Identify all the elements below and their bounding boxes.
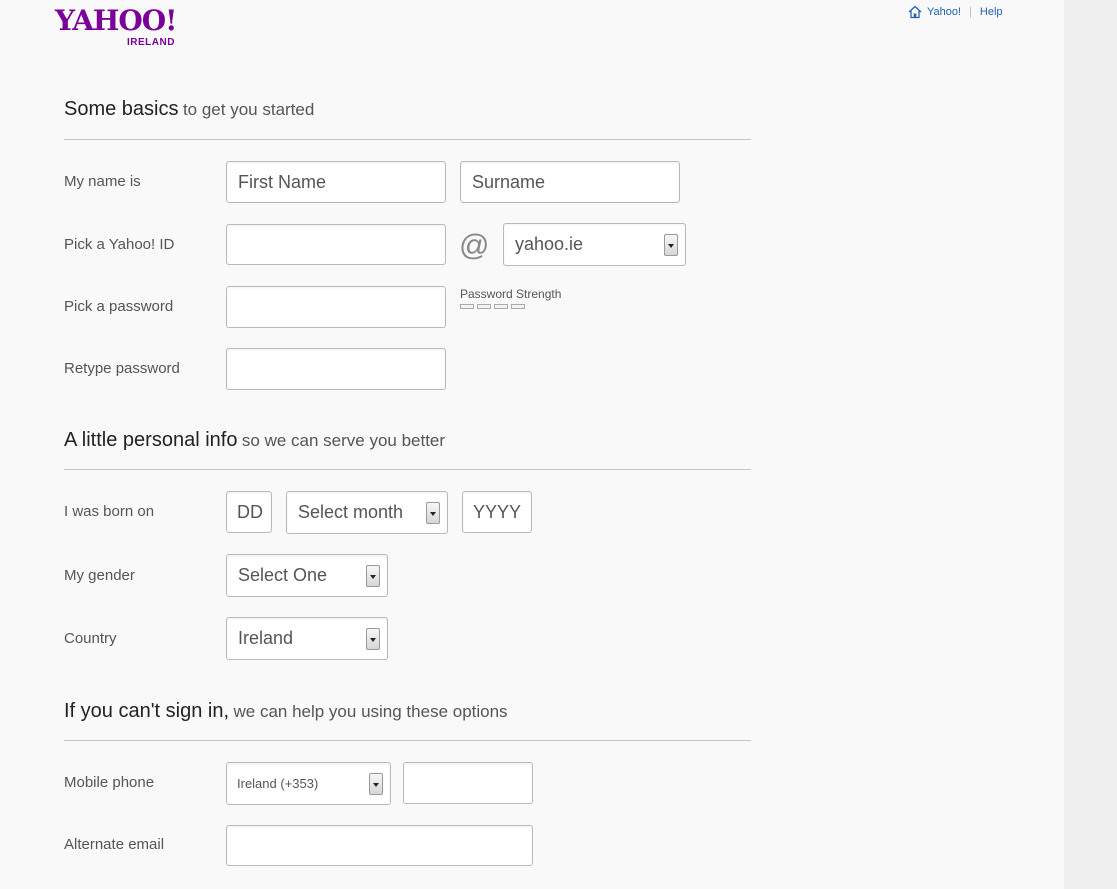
chevron-down-icon: [664, 233, 678, 256]
gender-select[interactable]: Select One: [226, 554, 388, 597]
birth-day-input[interactable]: DD: [226, 491, 272, 533]
first-name-input[interactable]: First Name: [226, 161, 446, 203]
strength-bar: [494, 304, 508, 309]
section-recovery-light: we can help you using these options: [233, 702, 508, 721]
link-separator: |: [969, 6, 972, 18]
domain-value: yahoo.ie: [515, 234, 584, 254]
yahoo-ireland-logo[interactable]: YAHOO! IRELAND: [55, 4, 195, 49]
phone-country-value: Ireland (+353): [237, 776, 319, 791]
section-basics-strong: Some basics: [64, 98, 179, 120]
home-icon[interactable]: [908, 5, 922, 19]
retype-password-input[interactable]: [226, 348, 446, 390]
country-label: Country: [64, 630, 117, 647]
at-symbol: @: [459, 229, 490, 262]
yahoo-id-input[interactable]: [226, 224, 446, 265]
birth-month-select[interactable]: Select month: [286, 491, 448, 534]
yahoo-home-link[interactable]: Yahoo!: [927, 6, 961, 18]
gender-value: Select One: [238, 565, 328, 585]
chevron-down-icon: [366, 627, 380, 650]
password-input[interactable]: [226, 286, 446, 328]
birthday-label: I was born on: [64, 503, 155, 520]
help-link[interactable]: Help: [980, 6, 1003, 18]
strength-bar: [477, 304, 491, 309]
retype-password-label: Retype password: [64, 360, 180, 377]
right-margin-strip: [1064, 0, 1117, 889]
section-personal-light: so we can serve you better: [241, 431, 446, 450]
yahoo-id-label: Pick a Yahoo! ID: [64, 236, 175, 253]
password-strength-label: Password Strength: [460, 287, 562, 301]
section-heading-personal: A little personal info so we can serve y…: [64, 429, 751, 470]
country-select[interactable]: Ireland: [226, 617, 388, 660]
chevron-down-icon: [366, 564, 380, 587]
chevron-down-icon: [426, 501, 440, 524]
section-heading-recovery: If you can't sign in, we can help you us…: [64, 700, 751, 741]
logo-text: YAHOO!: [55, 4, 177, 37]
password-strength-meter: [460, 304, 525, 309]
section-basics-light: to get you started: [182, 100, 315, 119]
section-personal-strong: A little personal info: [64, 429, 238, 451]
alternate-email-input[interactable]: [226, 825, 533, 866]
top-links: Yahoo! | Help: [908, 4, 1003, 20]
chevron-down-icon: [369, 772, 383, 795]
domain-select[interactable]: yahoo.ie: [503, 223, 686, 266]
gender-label: My gender: [64, 567, 135, 584]
surname-input[interactable]: Surname: [460, 161, 680, 203]
name-label: My name is: [64, 173, 141, 190]
strength-bar: [460, 304, 474, 309]
strength-bar: [511, 304, 525, 309]
section-recovery-strong: If you can't sign in,: [64, 700, 230, 722]
section-heading-basics: Some basics to get you started: [64, 98, 751, 140]
password-label: Pick a password: [64, 298, 174, 315]
logo-subtext: IRELAND: [127, 37, 175, 48]
alternate-email-label: Alternate email: [64, 836, 165, 853]
birth-year-input[interactable]: YYYY: [462, 491, 532, 533]
birth-month-value: Select month: [298, 502, 404, 522]
country-value: Ireland: [238, 628, 294, 648]
mobile-phone-input[interactable]: [403, 762, 533, 804]
phone-country-select[interactable]: Ireland (+353): [226, 762, 391, 805]
mobile-phone-label: Mobile phone: [64, 774, 155, 791]
